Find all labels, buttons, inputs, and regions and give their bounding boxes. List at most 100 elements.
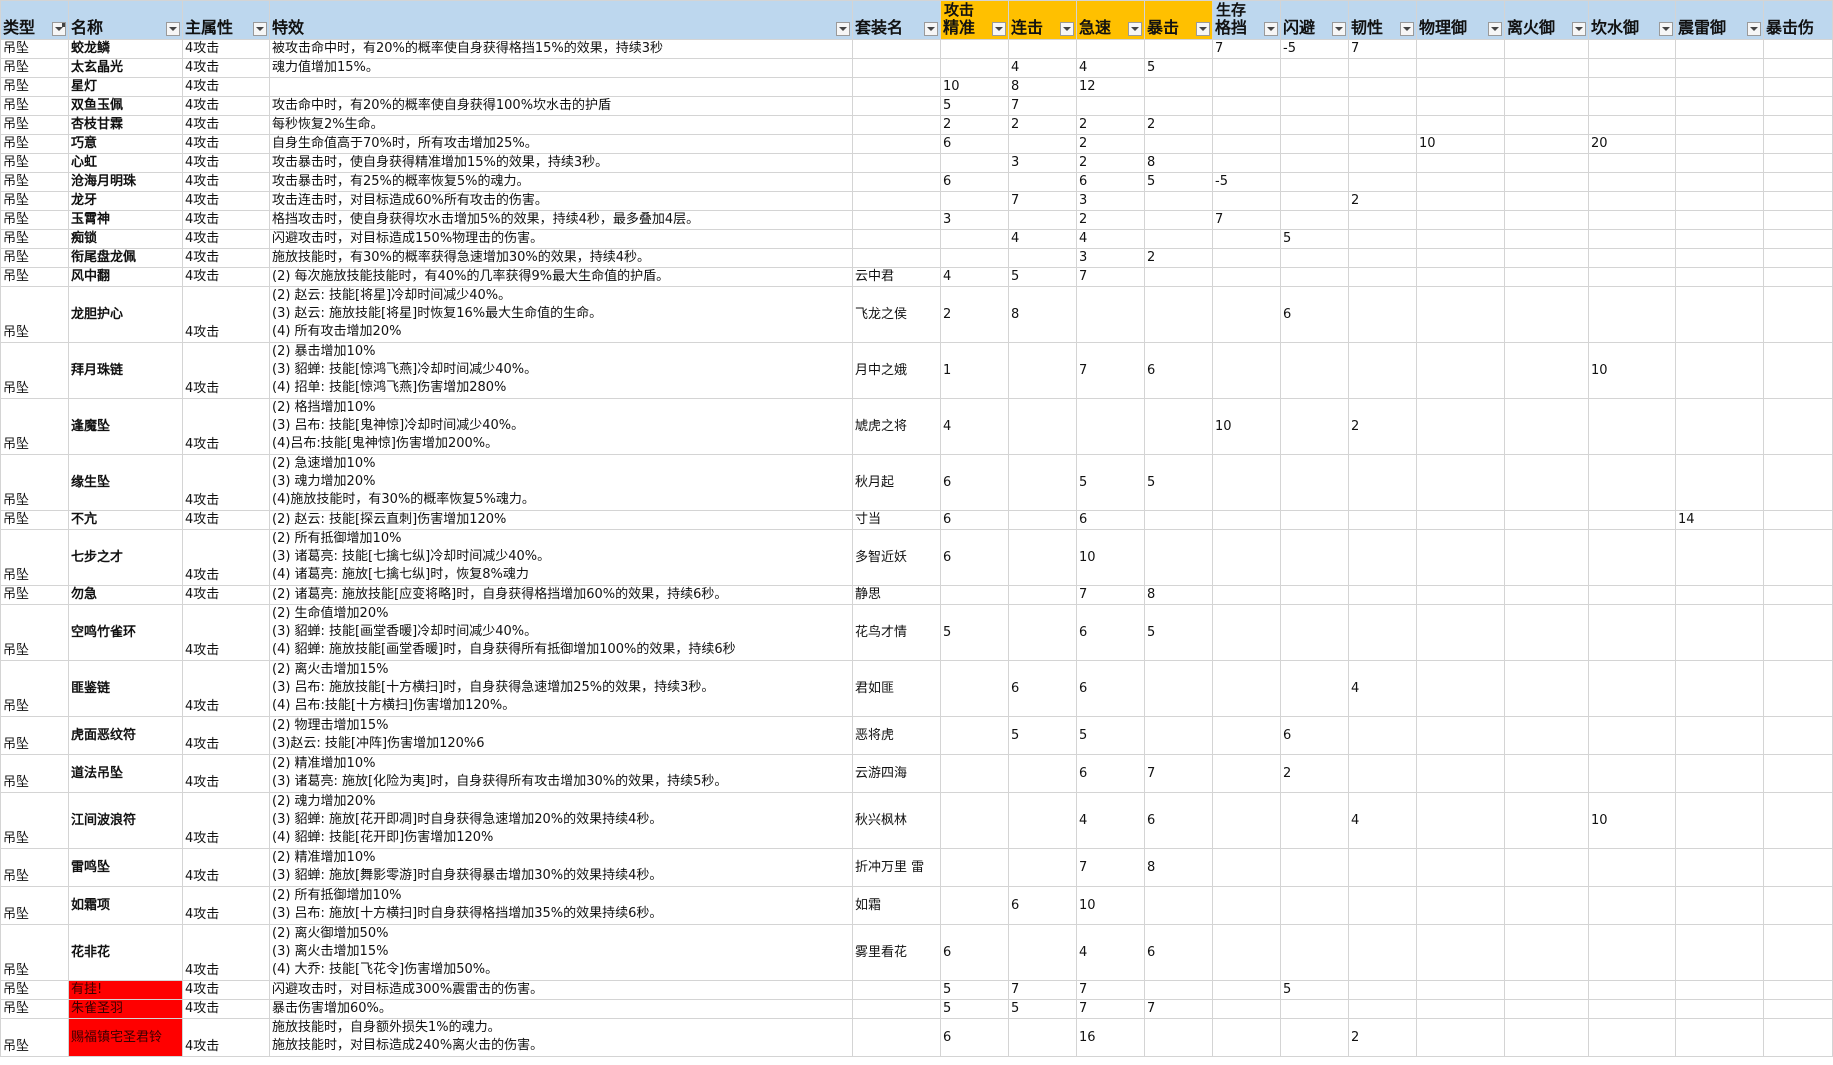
cell-stat[interactable] <box>1504 398 1589 455</box>
cell-stat[interactable] <box>1675 342 1764 399</box>
cell-stat[interactable] <box>1212 77 1281 97</box>
cell-effect[interactable]: 施放技能时，有30%的概率获得急速增加30%的效果，持续4秒。 <box>269 248 853 268</box>
cell-type[interactable]: 吊坠 <box>0 754 69 793</box>
cell-effect[interactable]: (2) 赵云: 技能[将星]冷却时间减少40%。 (3) 赵云: 施放技能[将星]… <box>269 286 853 343</box>
cell-set-name[interactable]: 雾里看花 <box>852 924 941 981</box>
cell-effect[interactable]: (2) 急速增加10% (3) 魂力增加20% (4)施放技能时，有30%的概率恢复… <box>269 454 853 511</box>
cell-stat[interactable] <box>1763 510 1833 530</box>
cell-stat[interactable] <box>1504 39 1589 59</box>
cell-set-name[interactable]: 花鸟才情 <box>852 604 941 661</box>
cell-stat[interactable]: 4 <box>1076 58 1145 78</box>
cell-stat[interactable]: 7 <box>1212 210 1281 230</box>
cell-stat[interactable]: 5 <box>940 999 1009 1019</box>
cell-stat[interactable] <box>1588 886 1676 925</box>
cell-type[interactable]: 吊坠 <box>0 153 69 173</box>
filter-dropdown-icon[interactable] <box>1400 22 1414 36</box>
cell-type[interactable]: 吊坠 <box>0 604 69 661</box>
cell-stat[interactable] <box>1348 58 1417 78</box>
cell-stat[interactable] <box>1348 454 1417 511</box>
cell-stat[interactable] <box>1675 886 1764 925</box>
cell-stat[interactable] <box>1144 1018 1213 1057</box>
filter-dropdown-icon[interactable] <box>992 22 1006 36</box>
cell-stat[interactable] <box>1763 153 1833 173</box>
cell-stat[interactable] <box>940 585 1009 605</box>
cell-stat[interactable] <box>1212 153 1281 173</box>
cell-stat[interactable] <box>1504 77 1589 97</box>
cell-effect[interactable]: (2) 诸葛亮: 施放技能[应变将略]时，自身获得格挡增加60%的效果，持续6秒… <box>269 585 853 605</box>
cell-stat[interactable] <box>1348 754 1417 793</box>
cell-stat[interactable] <box>1348 115 1417 135</box>
cell-effect[interactable]: (2) 离火击增加15% (3) 吕布: 施放技能[十方横扫]时，自身获得急速增加… <box>269 660 853 717</box>
cell-name[interactable]: 衔尾盘龙佩 <box>68 248 183 268</box>
cell-stat[interactable] <box>1348 134 1417 154</box>
cell-stat[interactable] <box>1763 210 1833 230</box>
cell-stat[interactable] <box>1348 529 1417 586</box>
cell-stat[interactable]: 10 <box>1076 529 1145 586</box>
cell-stat[interactable] <box>1504 172 1589 192</box>
cell-name[interactable]: 空鸣竹雀环 <box>68 604 183 661</box>
cell-type[interactable]: 吊坠 <box>0 660 69 717</box>
cell-stat[interactable] <box>1280 153 1349 173</box>
cell-name[interactable]: 龙胆护心 <box>68 286 183 343</box>
cell-name[interactable]: 朱雀圣羽 <box>68 999 183 1019</box>
cell-stat[interactable]: 7 <box>1008 191 1077 211</box>
cell-type[interactable]: 吊坠 <box>0 848 69 887</box>
cell-type[interactable]: 吊坠 <box>0 191 69 211</box>
cell-main-attr[interactable]: 4攻击 <box>182 229 270 249</box>
cell-effect[interactable]: (2) 精准增加10% (3) 貂蝉: 施放[舞影零游]时自身获得暴击增加30%的… <box>269 848 853 887</box>
cell-effect[interactable]: (2) 魂力增加20% (3) 貂蝉: 施放[花开即凋]时自身获得急速增加20%的… <box>269 792 853 849</box>
cell-stat[interactable] <box>1763 39 1833 59</box>
cell-stat[interactable] <box>1675 77 1764 97</box>
cell-stat[interactable] <box>1144 660 1213 717</box>
cell-stat[interactable] <box>1348 342 1417 399</box>
cell-stat[interactable] <box>1076 96 1145 116</box>
cell-stat[interactable] <box>1008 39 1077 59</box>
cell-stat[interactable]: 5 <box>1008 267 1077 287</box>
cell-stat[interactable] <box>1504 886 1589 925</box>
cell-stat[interactable]: 6 <box>1144 924 1213 981</box>
cell-effect[interactable]: 闪避攻击时，对目标造成150%物理击的伤害。 <box>269 229 853 249</box>
cell-stat[interactable] <box>1416 980 1505 1000</box>
cell-stat[interactable] <box>1675 1018 1764 1057</box>
cell-main-attr[interactable]: 4攻击 <box>182 454 270 511</box>
cell-type[interactable]: 吊坠 <box>0 529 69 586</box>
cell-type[interactable]: 吊坠 <box>0 286 69 343</box>
cell-name[interactable]: 匪鉴链 <box>68 660 183 717</box>
cell-stat[interactable]: 10 <box>1212 398 1281 455</box>
cell-stat[interactable] <box>1675 660 1764 717</box>
cell-stat[interactable] <box>1675 267 1764 287</box>
cell-stat[interactable] <box>1212 980 1281 1000</box>
cell-stat[interactable] <box>1416 286 1505 343</box>
cell-stat[interactable] <box>1504 248 1589 268</box>
cell-stat[interactable] <box>1763 716 1833 755</box>
cell-effect[interactable]: (2) 精准增加10% (3) 诸葛亮: 施放[化险为夷]时，自身获得所有攻击增加… <box>269 754 853 793</box>
cell-stat[interactable] <box>1280 58 1349 78</box>
cell-main-attr[interactable]: 4攻击 <box>182 604 270 661</box>
cell-stat[interactable]: 7 <box>1076 980 1145 1000</box>
cell-set-name[interactable]: 秋兴枫林 <box>852 792 941 849</box>
cell-stat[interactable] <box>1763 58 1833 78</box>
cell-stat[interactable]: 5 <box>940 604 1009 661</box>
cell-stat[interactable] <box>1280 342 1349 399</box>
cell-stat[interactable] <box>1212 286 1281 343</box>
filter-dropdown-icon[interactable] <box>253 22 267 36</box>
cell-stat[interactable] <box>1763 267 1833 287</box>
filter-dropdown-icon[interactable] <box>1659 22 1673 36</box>
cell-stat[interactable] <box>1280 529 1349 586</box>
cell-stat[interactable] <box>1144 286 1213 343</box>
cell-stat[interactable] <box>1588 924 1676 981</box>
cell-stat[interactable] <box>1280 792 1349 849</box>
cell-stat[interactable] <box>940 848 1009 887</box>
cell-stat[interactable] <box>1008 754 1077 793</box>
cell-stat[interactable] <box>1280 248 1349 268</box>
cell-set-name[interactable] <box>852 248 941 268</box>
cell-stat[interactable] <box>1212 229 1281 249</box>
cell-effect[interactable]: (2) 所有抵御增加10% (3) 吕布: 施放[十方横扫]时自身获得格挡增加35… <box>269 886 853 925</box>
cell-type[interactable]: 吊坠 <box>0 115 69 135</box>
cell-stat[interactable] <box>1416 454 1505 511</box>
cell-stat[interactable] <box>1675 134 1764 154</box>
cell-main-attr[interactable]: 4攻击 <box>182 848 270 887</box>
cell-name[interactable]: 太玄晶光 <box>68 58 183 78</box>
filter-dropdown-icon[interactable] <box>166 22 180 36</box>
cell-set-name[interactable]: 多智近妖 <box>852 529 941 586</box>
